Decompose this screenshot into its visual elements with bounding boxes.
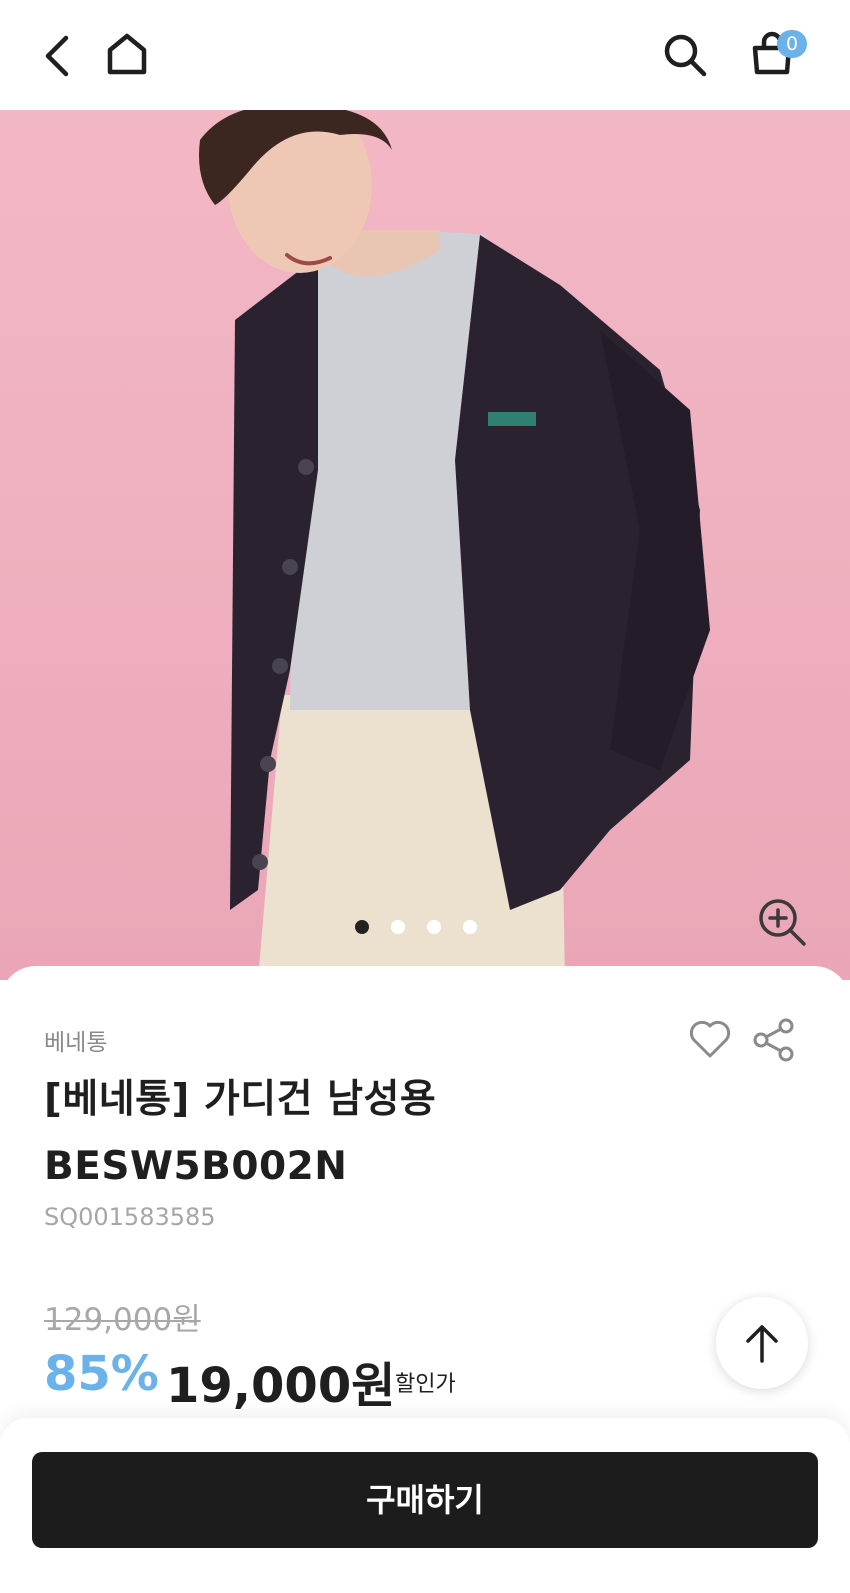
pagination-dot-3[interactable] xyxy=(427,920,441,934)
pagination-dot-1[interactable] xyxy=(355,920,369,934)
scroll-to-top-button[interactable] xyxy=(716,1297,808,1389)
product-image-gallery[interactable] xyxy=(0,110,850,980)
zoom-in-icon[interactable] xyxy=(756,896,808,948)
brand-name[interactable]: 베네통 xyxy=(44,1023,107,1057)
home-icon[interactable] xyxy=(104,30,150,78)
pagination-dot-2[interactable] xyxy=(391,920,405,934)
gallery-pagination xyxy=(355,920,477,934)
search-icon[interactable] xyxy=(662,32,708,78)
sale-price-label: 할인가 xyxy=(395,1372,456,1397)
product-code: SQ001583585 xyxy=(44,1203,216,1231)
sale-price: 19,000원 xyxy=(166,1358,396,1414)
product-photo xyxy=(199,110,710,980)
cart-count-badge: 0 xyxy=(777,30,807,58)
share-icon[interactable] xyxy=(752,1018,796,1062)
product-title: [베네통] 가디건 남성용 BESW5B002N xyxy=(44,1077,437,1189)
discount-rate: 85% xyxy=(44,1346,159,1402)
pagination-dot-4[interactable] xyxy=(463,920,477,934)
back-icon[interactable] xyxy=(38,32,78,80)
buy-button[interactable]: 구매하기 xyxy=(32,1452,818,1548)
top-navigation-bar: 0 xyxy=(0,0,850,110)
original-price: 129,000원 xyxy=(44,1302,201,1338)
heart-icon[interactable] xyxy=(688,1018,732,1060)
arrow-up-icon xyxy=(746,1325,778,1363)
